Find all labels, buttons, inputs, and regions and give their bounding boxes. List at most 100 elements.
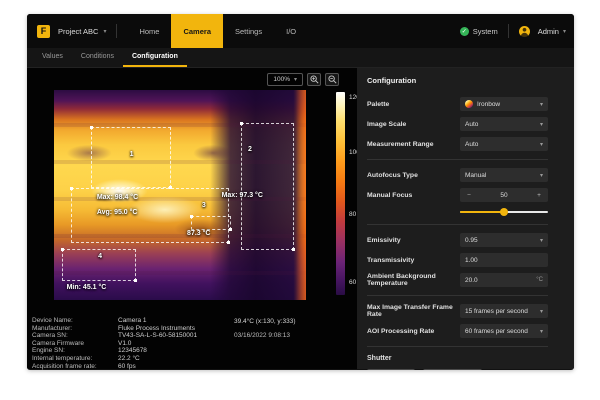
autofocus-type-value: Manual [465,172,540,179]
region1-max-annotation: Max: 98.4 °C [97,194,138,201]
max-transfer-rate-value: 15 frames per second [465,308,540,315]
ironbow-palette-icon [465,100,473,108]
manual-focus-label: Manual Focus [367,192,460,199]
measurement-range-select[interactable]: Auto ▾ [460,137,548,151]
autofocus-type-select[interactable]: Manual ▾ [460,168,548,182]
info-label: Engine SN: [32,347,118,355]
tab-conditions[interactable]: Conditions [72,48,123,67]
palette-select[interactable]: Ironbow ▾ [460,97,548,111]
info-row: Device Name:Camera 1 [32,317,357,325]
image-toolbar: 100% ▾ [27,68,357,90]
divider [367,224,548,225]
slider-handle[interactable] [500,208,508,216]
chevron-down-icon: ▾ [540,141,543,148]
zoom-level-select[interactable]: 100% ▾ [267,73,303,86]
device-info: Device Name:Camera 1 Manufacturer:Fluke … [32,317,357,370]
info-value: TV43-SA-L-S-60-58150001 [118,332,197,340]
measurement-range-value: Auto [465,141,540,148]
ambient-temperature-row: Ambient Background Temperature 20.0 °C [367,273,574,287]
system-status-label[interactable]: System [473,27,498,36]
focus-increment-button[interactable]: + [535,192,543,199]
manual-focus-value: 50 [473,192,535,199]
info-label: Device Name: [32,317,118,325]
nav-tab-settings[interactable]: Settings [223,14,274,48]
transmissivity-input[interactable]: 1.00 [460,253,548,267]
palette-label: Palette [367,101,460,108]
focus-decrement-button[interactable]: − [465,192,473,199]
zoom-out-button[interactable] [325,73,339,86]
ambient-temperature-input[interactable]: 20.0 °C [460,273,548,287]
aoi-region-4-label: 4 [98,253,102,260]
min-temp-annotation: Min: 45.1 °C [67,284,107,291]
zoom-in-button[interactable] [307,73,321,86]
manual-focus-slider-row [367,208,574,216]
info-value: 60 fps [118,363,136,370]
project-label: Project ABC [58,27,98,36]
user-avatar-icon [519,26,530,37]
thermal-image[interactable]: 1 2 3 4 Max: 98.4 °C Avg: 95.0 °C Max: 9… [54,90,306,300]
autofocus-type-row: Autofocus Type Manual ▾ [367,168,574,182]
camera-subtabs: Values Conditions Configuration [27,48,574,68]
info-row: Internal temperature:22.2 °C [32,355,357,363]
zoom-in-icon [310,75,319,84]
aoi-region-2[interactable] [241,123,294,250]
info-value: Camera 1 [118,317,147,325]
tab-values[interactable]: Values [33,48,72,67]
tab-configuration[interactable]: Configuration [123,48,187,67]
info-row: Camera SN:TV43-SA-L-S-60-58150001 [32,332,357,340]
image-scale-label: Image Scale [367,121,460,128]
aoi-region-3[interactable] [191,216,231,230]
shutter-now-button[interactable]: ⚙ Now [367,369,415,370]
image-scale-value: Auto [465,121,540,128]
zoom-out-icon [328,75,337,84]
max-transfer-rate-select[interactable]: 15 frames per second ▾ [460,304,548,318]
main-nav: Home Camera Settings I/O [127,14,308,48]
chevron-down-icon: ▾ [540,121,543,128]
image-scale-row: Image Scale Auto ▾ [367,117,574,131]
image-scale-select[interactable]: Auto ▾ [460,117,548,131]
info-value: V1.0 [118,340,131,348]
chevron-down-icon: ▾ [103,28,106,35]
region3-temp-annotation: 87.3 °C [187,230,210,237]
aoi-processing-rate-row: AOI Processing Rate 60 frames per second… [367,324,574,338]
thermal-viz: 1 2 3 4 Max: 98.4 °C Avg: 95.0 °C Max: 9… [27,90,357,302]
project-selector[interactable]: Project ABC ▾ [58,27,106,36]
slider-fill [460,211,504,213]
info-row: Acquisition frame rate:60 fps [32,363,357,370]
transmissivity-label: Transmissivity [367,257,460,264]
chevron-down-icon: ▾ [540,237,543,244]
frame-timestamp: 03/16/2022 9:08:13 [234,332,290,339]
emissivity-row: Emissivity 0.95 ▾ [367,233,574,247]
nav-tab-camera[interactable]: Camera [171,14,223,48]
manual-focus-slider[interactable] [460,208,548,216]
system-status-ok-icon: ✓ [460,27,469,36]
info-label: Acquisition frame rate: [32,363,118,370]
region1-avg-annotation: Avg: 95.0 °C [97,209,138,216]
shutter-configure-button[interactable]: Configure... [423,369,483,370]
user-label: Admin [538,27,559,36]
aoi-region-1-label: 1 [130,151,134,158]
fluke-logo-icon: F [37,25,50,38]
chevron-down-icon: ▾ [540,308,543,315]
shutter-section-label: Shutter [367,355,574,362]
zoom-level-value: 100% [273,76,290,83]
top-bar: F Project ABC ▾ Home Camera Settings I/O… [27,14,574,48]
nav-tab-home[interactable]: Home [127,14,171,48]
chevron-down-icon: ▾ [540,328,543,335]
emissivity-select[interactable]: 0.95 ▾ [460,233,548,247]
nav-tab-io[interactable]: I/O [274,14,308,48]
chevron-down-icon: ▾ [563,28,566,35]
chevron-down-icon: ▾ [540,101,543,108]
divider [116,24,117,38]
info-row: Manufacturer:Fluke Process Instruments [32,325,357,333]
aoi-processing-rate-select[interactable]: 60 frames per second ▾ [460,324,548,338]
top-bar-right: ✓ System Admin ▾ [460,24,566,38]
aoi-processing-rate-label: AOI Processing Rate [367,328,460,335]
info-label: Camera Firmware [32,340,118,348]
palette-row: Palette Ironbow ▾ [367,97,574,111]
emissivity-label: Emissivity [367,237,460,244]
info-value: 22.2 °C [118,355,140,363]
user-menu[interactable]: Admin ▾ [519,26,566,37]
manual-focus-row: Manual Focus − 50 + [367,188,574,202]
aoi-region-3-label: 3 [202,202,206,209]
